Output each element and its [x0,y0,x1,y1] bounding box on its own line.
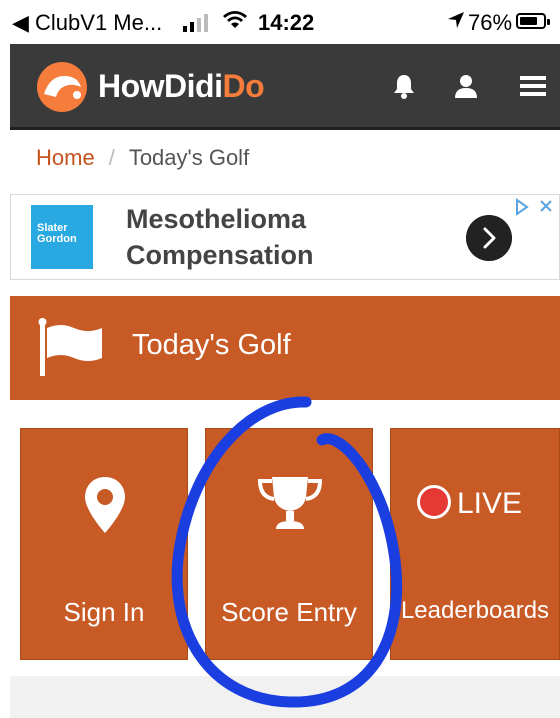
flag-icon [38,318,102,376]
sign-in-tile[interactable]: Sign In [20,428,188,660]
todays-golf-header[interactable]: Today's Golf [10,296,560,400]
live-indicator: LIVE [417,485,523,521]
breadcrumb: Home / Today's Golf [36,145,249,171]
breadcrumb-home-link[interactable]: Home [36,145,95,170]
location-arrow-icon [448,12,464,28]
battery-icon [516,13,550,29]
advertiser-logo: Slater Gordon [31,205,93,269]
hamburger-menu-icon[interactable] [520,74,546,98]
live-badge-text: LIVE [457,487,523,520]
trophy-icon [257,477,323,529]
battery-level [520,17,537,25]
breadcrumb-separator: / [108,145,115,170]
map-pin-icon [85,477,125,533]
top-navbar: HowDidiDo [10,44,560,130]
score-entry-label: Score Entry [221,597,357,627]
sign-in-label: Sign In [63,597,145,627]
notifications-bell-icon[interactable] [390,72,418,100]
todays-golf-title: Today's Golf [132,329,291,361]
content-area-bottom [10,676,560,718]
battery-nub [547,19,550,25]
leaderboards-label: Leaderboards [400,597,550,624]
ad-choices-icon[interactable] [511,197,560,217]
breadcrumb-current: Today's Golf [128,145,250,170]
brand-name-right: Do [222,68,265,104]
score-entry-tile[interactable]: Score Entry [205,428,373,660]
cellular-signal-icon [183,14,208,32]
back-to-app-link[interactable]: ◀ ClubV1 Me... [12,10,162,36]
wifi-icon [223,11,247,28]
ad-chevron-right-icon[interactable] [466,215,512,261]
howdidido-logo-icon[interactable] [36,61,88,113]
status-bar: ◀ ClubV1 Me... 14:22 76% [0,0,560,44]
brand-name-left: HowDidi [98,68,223,104]
ad-title: Mesothelioma Compensation [126,204,314,270]
leaderboards-tile[interactable]: LIVE Leaderboards [390,428,560,660]
battery-percent: 76% [468,10,513,35]
clock: 14:22 [258,10,315,35]
brand-name[interactable]: HowDidiDo [98,68,265,105]
advertisement-banner[interactable]: Slater Gordon Mesothelioma Compensation [10,194,560,280]
advertiser-logo-text: Slater Gordon [37,222,77,245]
user-account-icon[interactable] [452,72,480,100]
live-dot-icon [417,485,451,520]
